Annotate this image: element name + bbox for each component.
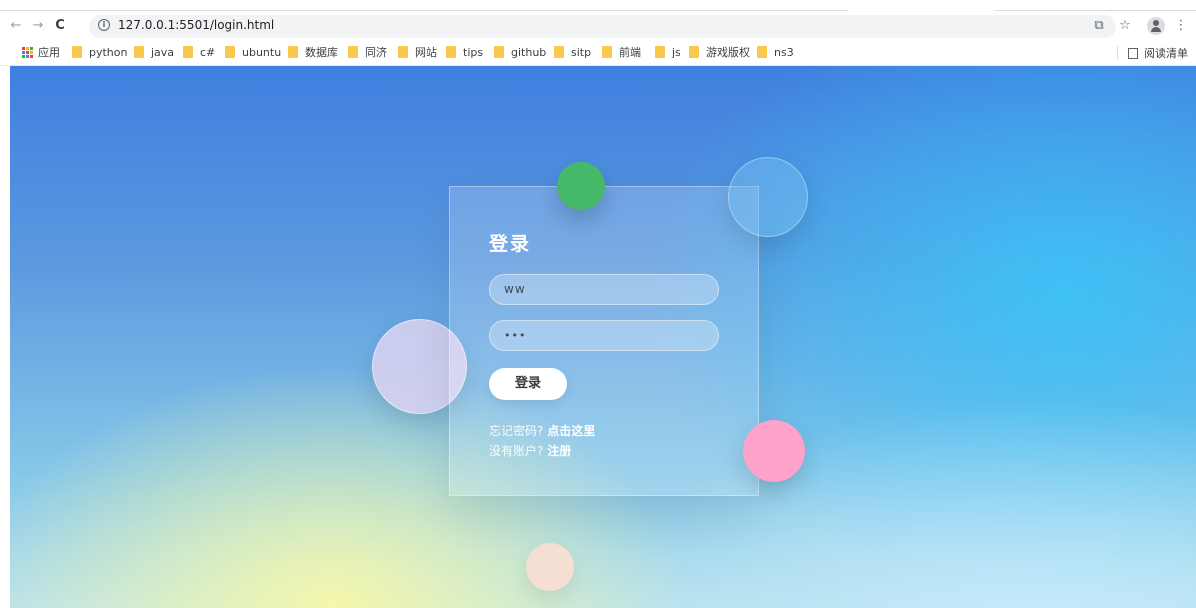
signup-link[interactable]: 注册 <box>547 444 571 458</box>
bookmark-label: 前端 <box>619 46 641 59</box>
folder-icon <box>348 46 358 58</box>
signup-prompt: 没有账户? <box>489 444 544 458</box>
bookmark-label: 游戏版权 <box>706 46 750 59</box>
menu-icon[interactable]: ⋮ <box>1172 17 1190 35</box>
folder-icon <box>446 46 456 58</box>
bookmark-folder[interactable]: ubuntu <box>225 45 281 59</box>
login-card: 登录 ww ••• 登录 忘记密码? 点击这里 没有账户? 注册 <box>449 186 759 496</box>
bookmark-folder[interactable]: tips <box>446 45 483 59</box>
folder-icon <box>602 46 612 58</box>
reading-list-icon <box>1128 47 1138 59</box>
bookmark-label: ns3 <box>774 45 794 59</box>
folder-icon <box>288 46 298 58</box>
folder-icon <box>183 46 193 58</box>
bookmark-label: c# <box>200 45 216 59</box>
tab-divider <box>0 10 848 11</box>
bookmark-folder[interactable]: 游戏版权 <box>689 45 750 59</box>
bookmark-label: tips <box>463 45 484 59</box>
bookmark-folder[interactable]: sitp <box>554 45 591 59</box>
folder-icon <box>494 46 504 58</box>
address-bar[interactable]: i 127.0.0.1:5501/login.html <box>89 15 1116 38</box>
bookmark-folder[interactable]: 数据库 <box>288 45 338 59</box>
bookmarks-bar: 应用 python java c# ubuntu 数据库 同济 网站 tips … <box>0 39 1196 66</box>
username-input[interactable]: ww <box>489 274 719 305</box>
profile-avatar[interactable] <box>1147 17 1165 35</box>
bookmark-folder[interactable]: 前端 <box>602 45 641 59</box>
decor-bubble-peach <box>526 543 574 591</box>
folder-icon <box>398 46 408 58</box>
folder-icon <box>554 46 564 58</box>
bookmark-label: python <box>89 45 128 59</box>
bookmark-label: github <box>511 45 547 59</box>
bookmark-apps[interactable]: 应用 <box>22 45 60 59</box>
bookmark-folder[interactable]: 网站 <box>398 45 437 59</box>
bookmark-label: 应用 <box>38 46 60 59</box>
bookmark-folder[interactable]: java <box>134 45 174 59</box>
back-button[interactable]: ← <box>7 17 25 35</box>
bookmark-folder[interactable]: python <box>72 45 127 59</box>
bookmark-label: 网站 <box>415 46 437 59</box>
tab-divider <box>994 10 1196 11</box>
reading-list-label: 阅读清单 <box>1144 47 1188 60</box>
reload-button[interactable]: C <box>51 17 69 35</box>
bookmark-label: 数据库 <box>305 46 338 59</box>
reading-list[interactable]: 阅读清单 <box>1117 45 1188 61</box>
share-icon[interactable]: ⧉ <box>1090 17 1108 35</box>
login-button[interactable]: 登录 <box>489 368 567 400</box>
forgot-password-row: 忘记密码? 点击这里 <box>489 422 595 439</box>
star-icon[interactable]: ☆ <box>1116 17 1134 35</box>
bookmark-label: js <box>672 45 681 59</box>
bookmark-folder[interactable]: github <box>494 45 546 59</box>
site-info-icon[interactable]: i <box>98 19 110 31</box>
bookmark-folder[interactable]: js <box>655 45 681 59</box>
address-toolbar: ← → C i 127.0.0.1:5501/login.html ⧉ ☆ ⋮ <box>0 14 1196 39</box>
bookmark-label: ubuntu <box>242 45 282 59</box>
forgot-password-prompt: 忘记密码? <box>489 424 544 438</box>
decor-bubble-blue <box>728 157 808 237</box>
forward-button[interactable]: → <box>29 17 47 35</box>
tab-strip <box>0 0 1196 14</box>
apps-grid-icon <box>22 46 33 58</box>
bookmark-folder[interactable]: ns3 <box>757 45 794 59</box>
decor-bubble-green <box>557 162 605 210</box>
bookmark-label: 同济 <box>365 46 387 59</box>
bookmark-folder[interactable]: c# <box>183 45 215 59</box>
divider <box>1117 46 1118 60</box>
forgot-password-link[interactable]: 点击这里 <box>547 424 595 438</box>
folder-icon <box>134 46 144 58</box>
folder-icon <box>225 46 235 58</box>
bookmark-label: java <box>151 45 175 59</box>
password-input[interactable]: ••• <box>489 320 719 351</box>
bookmark-folder[interactable]: 同济 <box>348 45 387 59</box>
signup-row: 没有账户? 注册 <box>489 442 571 459</box>
url-text[interactable]: 127.0.0.1:5501/login.html <box>118 18 274 32</box>
login-title: 登录 <box>489 233 532 255</box>
folder-icon <box>757 46 767 58</box>
bookmark-label: sitp <box>571 45 592 59</box>
decor-bubble-pink <box>743 420 805 482</box>
folder-icon <box>72 46 82 58</box>
folder-icon <box>655 46 665 58</box>
folder-icon <box>689 46 699 58</box>
page-viewport: 登录 ww ••• 登录 忘记密码? 点击这里 没有账户? 注册 <box>10 66 1196 608</box>
